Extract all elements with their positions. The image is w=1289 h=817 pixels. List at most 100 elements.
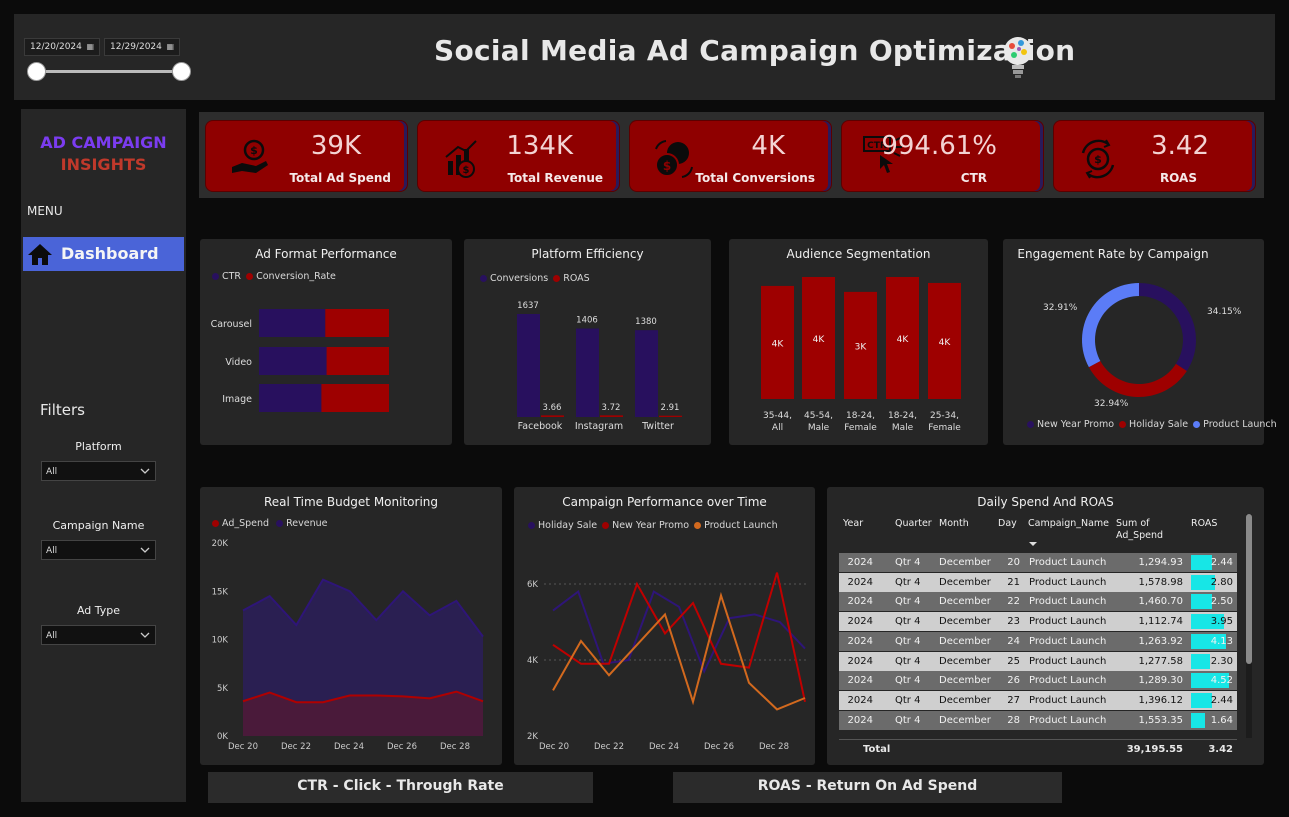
calendar-icon[interactable]: ▦: [166, 42, 174, 51]
data-label: 34.15%: [1207, 307, 1242, 317]
cell-roas: 4.52: [1210, 675, 1233, 687]
cell-ad-spend: 1,396.12: [1138, 694, 1183, 706]
cell-campaign-name: Product Launch: [1029, 576, 1107, 588]
category-label: Twitter: [641, 421, 674, 432]
table-row[interactable]: 2024 Qtr 4 December 24 Product Launch 1,263.9…: [839, 631, 1237, 651]
filter-campaign-select[interactable]: All: [41, 540, 156, 560]
category-label: Male: [892, 423, 914, 433]
date-range-slider-start-handle[interactable]: [27, 62, 46, 81]
kpi-label: ROAS: [1159, 171, 1197, 185]
filter-platform-select[interactable]: All: [41, 461, 156, 481]
axis-tick-label: 15K: [212, 587, 229, 597]
cell-month: December: [939, 576, 991, 588]
category-label: All: [772, 423, 783, 433]
axis-tick-label: Dec 24: [334, 742, 364, 752]
kpi-card-roas[interactable]: $ 3.42 ROAS: [1053, 120, 1256, 192]
data-label: 32.94%: [1094, 399, 1129, 409]
platform-efficiency-panel: Platform Efficiency Conversions ROAS 163…: [464, 239, 711, 445]
kpi-card-revenue[interactable]: $ 134K Total Revenue: [417, 120, 620, 192]
cell-roas: 2.50: [1210, 596, 1233, 608]
table-row[interactable]: 2024 Qtr 4 December 27 Product Launch 1,396.1…: [839, 690, 1237, 710]
data-label: 3.72: [602, 403, 621, 413]
table-scrollbar-thumb[interactable]: [1246, 514, 1252, 664]
filter-platform-value: All: [46, 467, 58, 477]
col-header-year[interactable]: Year: [843, 518, 863, 529]
bar-conversion-rate: [326, 347, 389, 375]
legend-holiday-sale: Holiday Sale: [1129, 419, 1189, 430]
table-row[interactable]: 2024 Qtr 4 December 20 Product Launch 1,294.9…: [839, 553, 1237, 572]
campaign-performance-panel: Campaign Performance over Time Holiday S…: [514, 487, 815, 765]
table-row[interactable]: 2024 Qtr 4 December 23 Product Launch 1,112.7…: [839, 612, 1237, 632]
table-row[interactable]: 2024 Qtr 4 December 22 Product Launch 1,460.7…: [839, 592, 1237, 612]
date-start-text: 12/20/2024: [30, 42, 82, 52]
cell-day: 26: [1007, 675, 1020, 687]
bar-conversion-rate: [325, 309, 389, 337]
axis-tick-label: Dec 22: [594, 742, 624, 752]
cell-roas: 2.44: [1210, 694, 1233, 706]
cell-campaign-name: Product Launch: [1029, 694, 1107, 706]
cell-day: 27: [1007, 694, 1020, 706]
cell-roas: 1.64: [1210, 714, 1233, 726]
legend-new-year-promo: New Year Promo: [1037, 419, 1115, 430]
cell-day: 28: [1007, 714, 1020, 726]
cell-quarter: Qtr 4: [895, 714, 921, 726]
total-roas: 3.42: [1208, 744, 1233, 755]
data-label: 4K: [813, 335, 826, 345]
date-range-slider-track[interactable]: [36, 70, 182, 73]
category-label: Female: [844, 423, 877, 433]
col-header-ad-spend[interactable]: Sum of Ad_Spend: [1116, 518, 1186, 542]
slice-new-year-promo: [1139, 283, 1196, 371]
category-label: Carousel: [211, 319, 252, 330]
col-header-campaign-name[interactable]: Campaign_Name: [1028, 518, 1109, 529]
cell-ad-spend: 1,112.74: [1138, 616, 1183, 628]
axis-tick-label: Dec 20: [539, 742, 569, 752]
audience-segmentation-chart: 4K 35-44, All 4K 45-54, Male 3K 18-24, Female 4K 1…: [761, 277, 961, 433]
table-row[interactable]: 2024 Qtr 4 December 21 Product Launch 1,578.9…: [839, 572, 1237, 592]
daily-spend-title: Daily Spend And ROAS: [977, 495, 1114, 509]
table-row[interactable]: 2024 Qtr 4 December 28 Product Launch 1,553.3…: [839, 710, 1237, 730]
chevron-down-icon: [140, 547, 150, 553]
engagement-legend: New Year Promo Holiday Sale Product Laun…: [1027, 419, 1277, 430]
date-range-slider-end-handle[interactable]: [172, 62, 191, 81]
kpi-row: $ 39K Total Ad Spend $ 134K Total Revenu…: [199, 112, 1264, 198]
cell-year: 2024: [847, 596, 873, 608]
cell-ad-spend: 1,460.70: [1138, 596, 1183, 608]
table-row[interactable]: 2024 Qtr 4 December 25 Product Launch 1,277.5…: [839, 651, 1237, 671]
sort-desc-icon[interactable]: [1028, 541, 1038, 547]
kpi-card-ad-spend[interactable]: $ 39K Total Ad Spend: [205, 120, 408, 192]
cell-campaign-name: Product Launch: [1029, 596, 1107, 608]
filter-adtype-select[interactable]: All: [41, 625, 156, 645]
date-end-text: 12/29/2024: [110, 42, 162, 52]
data-label: 4K: [897, 335, 910, 345]
col-header-month[interactable]: Month: [939, 518, 969, 529]
table-scrollbar[interactable]: [1246, 514, 1252, 738]
kpi-card-conversions[interactable]: $ 4K Total Conversions: [629, 120, 832, 192]
data-label: 3K: [855, 342, 868, 352]
table-row[interactable]: 2024 Qtr 4 December 26 Product Launch 1,289.3…: [839, 671, 1237, 691]
date-end-input[interactable]: 12/29/2024 ▦: [104, 38, 180, 56]
cell-ad-spend: 1,294.93: [1138, 557, 1183, 568]
chevron-down-icon: [140, 632, 150, 638]
kpi-card-ctr[interactable]: CTR 994.61% CTR: [841, 120, 1044, 192]
calendar-icon[interactable]: ▦: [86, 42, 94, 51]
cell-ad-spend: 1,263.92: [1138, 635, 1183, 647]
col-header-roas[interactable]: ROAS: [1191, 518, 1217, 529]
cell-ad-spend: 1,289.30: [1138, 675, 1183, 687]
cell-roas: 2.80: [1210, 576, 1233, 588]
table-body: 2024 Qtr 4 December 20 Product Launch 1,294.9…: [827, 553, 1247, 739]
category-label: Image: [222, 394, 252, 405]
col-header-quarter[interactable]: Quarter: [895, 518, 932, 529]
axis-tick-label: 10K: [212, 636, 229, 646]
filter-campaign-label: Campaign Name: [52, 519, 145, 532]
legend-dot: [1119, 421, 1127, 428]
page-title: Social Media Ad Campaign Optimization: [434, 34, 1076, 67]
nav-dashboard[interactable]: Dashboard: [23, 237, 184, 271]
data-label: 32.91%: [1043, 303, 1078, 313]
date-start-input[interactable]: 12/20/2024 ▦: [24, 38, 100, 56]
platform-efficiency-chart: 1637 3.66 Facebook 1406 3.72 Instagram 1380 2.9…: [517, 301, 682, 432]
ad-format-chart: Carousel Video Image: [211, 309, 389, 412]
col-header-day[interactable]: Day: [998, 518, 1017, 529]
cell-day: 24: [1007, 635, 1020, 647]
budget-monitoring-panel: Real Time Budget Monitoring Ad_Spend Rev…: [200, 487, 502, 765]
cell-campaign-name: Product Launch: [1029, 655, 1107, 667]
